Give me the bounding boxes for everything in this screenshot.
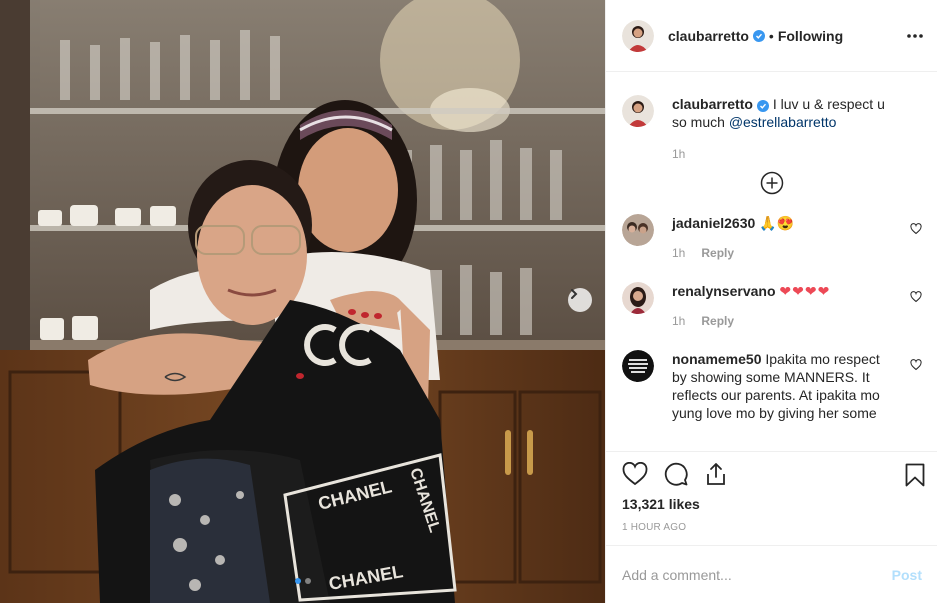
like-comment-button[interactable]: [910, 222, 922, 240]
load-more-comments-icon: [760, 171, 784, 195]
post-header: claubarretto • Following: [606, 0, 937, 72]
comment-time[interactable]: 1h: [672, 244, 685, 262]
heart-icon: [910, 223, 922, 235]
verified-icon: [752, 29, 765, 42]
caption-text: claubarretto I luv u & respect u so much…: [672, 95, 898, 131]
more-options-icon[interactable]: [907, 25, 923, 43]
like-comment-button[interactable]: [910, 290, 922, 308]
comment-text: 🙏😍: [759, 215, 795, 231]
commenter-avatar[interactable]: [622, 350, 654, 382]
post-photo[interactable]: CHANEL CHANEL CHANEL: [0, 0, 605, 603]
next-photo-button[interactable]: [568, 288, 592, 312]
comment-item: jadaniel2630 🙏😍 1h Reply: [622, 214, 922, 262]
caption: claubarretto I luv u & respect u so much…: [622, 95, 922, 163]
commenter-username[interactable]: jadaniel2630: [672, 215, 755, 231]
bookmark-icon: [905, 463, 925, 487]
author-avatar[interactable]: [622, 19, 654, 52]
commenter-avatar[interactable]: [622, 214, 654, 246]
photo-illustration: CHANEL CHANEL CHANEL: [0, 0, 605, 603]
verified-icon: [756, 100, 769, 112]
header-separator: •: [768, 27, 774, 44]
following-button[interactable]: Following: [778, 28, 843, 44]
load-more-comments-button[interactable]: [622, 171, 922, 195]
likes-count[interactable]: 13,321 likes: [622, 496, 700, 512]
commenter-username[interactable]: renalynservano: [672, 283, 776, 299]
carousel-indicator: [0, 578, 605, 584]
heart-icon: [910, 359, 922, 371]
action-bar: [606, 451, 937, 495]
instagram-post: CHANEL CHANEL CHANEL claubarretto • Foll…: [0, 0, 937, 603]
comment-item: renalynservano ❤❤❤❤ 1h Reply: [622, 282, 922, 330]
comment-item: nonameme50 Ipakita mo respect by showing…: [622, 350, 922, 422]
comment-button[interactable]: [664, 462, 688, 495]
comments-list[interactable]: claubarretto I luv u & respect u so much…: [606, 73, 937, 451]
next-arrow-icon: [571, 289, 578, 299]
post-side-panel: claubarretto • Following claubarretto I …: [605, 0, 937, 603]
save-button[interactable]: [905, 463, 925, 492]
comment-icon: [664, 462, 688, 486]
author-avatar[interactable]: [622, 95, 654, 127]
reply-button[interactable]: Reply: [701, 244, 734, 262]
post-comment-button[interactable]: Post: [892, 567, 922, 583]
share-icon: [707, 463, 725, 485]
carousel-dot: [294, 578, 301, 584]
like-button[interactable]: [622, 461, 648, 495]
carousel-dot: [304, 578, 311, 584]
heart-icon: [622, 461, 648, 486]
comment-input[interactable]: [622, 566, 892, 583]
author-username[interactable]: claubarretto: [668, 28, 749, 44]
post-timestamp[interactable]: 1 HOUR AGO: [622, 522, 686, 533]
share-button[interactable]: [704, 462, 728, 495]
caption-time[interactable]: 1h: [672, 145, 685, 163]
add-comment-bar: Post: [606, 545, 937, 603]
comment-time[interactable]: 1h: [672, 312, 685, 330]
caption-mention[interactable]: @estrellabarretto: [729, 114, 837, 130]
reply-button[interactable]: Reply: [701, 312, 734, 330]
caption-username[interactable]: claubarretto: [672, 96, 753, 112]
commenter-avatar[interactable]: [622, 282, 654, 314]
comment-text: ❤❤❤❤: [779, 283, 831, 299]
commenter-username[interactable]: nonameme50: [672, 351, 761, 367]
heart-icon: [910, 291, 922, 303]
like-comment-button[interactable]: [910, 358, 922, 376]
